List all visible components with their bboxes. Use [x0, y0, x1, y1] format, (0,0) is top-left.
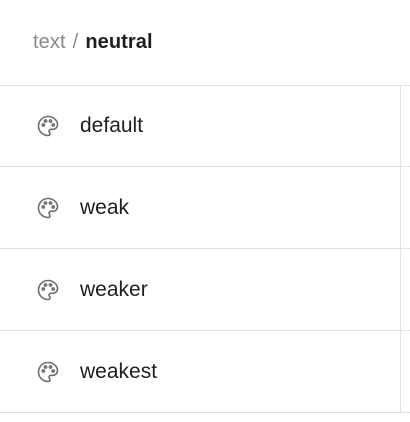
palette-icon [35, 113, 61, 139]
token-item-weak[interactable]: weak [0, 167, 410, 249]
breadcrumb-parent[interactable]: text [33, 31, 66, 54]
token-item-label: weak [80, 195, 130, 219]
token-item-label: weaker [80, 277, 148, 301]
token-item-label: default [80, 114, 144, 137]
breadcrumb-current: neutral [85, 31, 153, 53]
palette-icon [35, 195, 61, 221]
token-item-weaker[interactable]: weaker [0, 249, 410, 331]
token-list: default weak weaker weakest [0, 86, 410, 413]
breadcrumb: text / neutral [0, 0, 410, 86]
token-item-weakest[interactable]: weakest [0, 331, 410, 413]
color-token-panel: text / neutral default weak weaker weake… [0, 0, 410, 422]
palette-icon [35, 277, 61, 303]
token-item-default[interactable]: default [0, 86, 410, 167]
palette-icon [35, 359, 61, 385]
breadcrumb-separator: / [72, 31, 79, 53]
token-item-label: weakest [80, 359, 158, 383]
